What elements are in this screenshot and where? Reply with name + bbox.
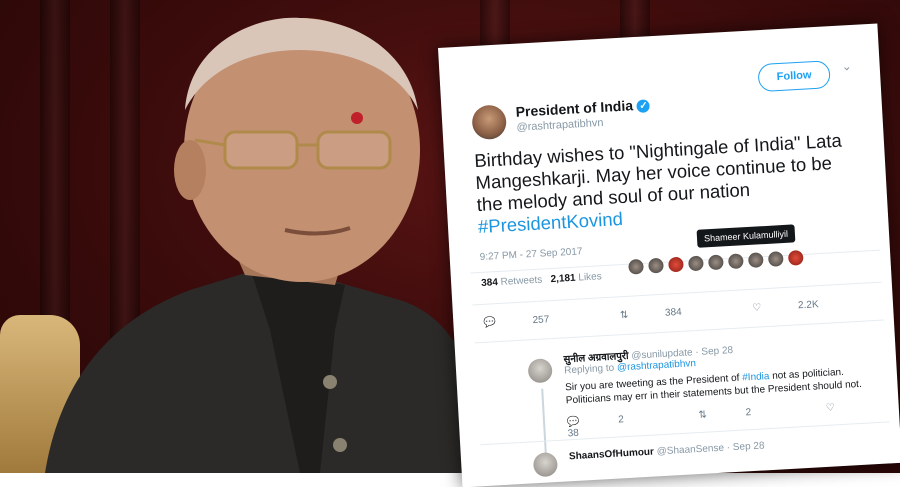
liker-avatar[interactable] — [787, 249, 804, 266]
tweet-timestamp[interactable]: 9:27 PM - 27 Sep 2017 — [479, 246, 582, 263]
reply-count: 257 — [532, 314, 550, 327]
glasses-left-lens — [223, 130, 299, 170]
like-action[interactable]: ♡ 2.2K — [752, 297, 853, 314]
likes-label: Likes — [578, 271, 603, 284]
tweet-card: President of India ✓ @rashtrapatibhvn Fol… — [438, 23, 900, 487]
verified-icon: ✓ — [636, 99, 651, 113]
reply-count: 2 — [617, 414, 625, 426]
reply-icon: 💬 — [483, 317, 497, 329]
liker-avatars — [628, 249, 809, 280]
reply-hashtag-link[interactable]: #India — [742, 371, 770, 384]
like-count: 38 — [567, 427, 580, 440]
display-name-text: President of India — [515, 97, 634, 120]
retweet-count: 2 — [745, 407, 752, 419]
tweet-text: Birthday wishes to "Nightingale of India… — [474, 128, 868, 238]
display-name[interactable]: President of India ✓ — [515, 96, 651, 120]
reply-avatar[interactable] — [527, 358, 553, 384]
retweet-count: 384 — [664, 306, 683, 319]
coat-button — [323, 375, 337, 389]
liker-avatar[interactable] — [767, 251, 784, 267]
like-icon: ♡ — [825, 402, 836, 414]
reply-author-name[interactable]: ShaansOfHumour — [569, 447, 654, 463]
liker-avatar[interactable] — [707, 254, 724, 271]
like-count: 2.2K — [797, 299, 819, 312]
user-tooltip: Shameer Kulamulliyil — [696, 224, 796, 248]
reply-avatar[interactable] — [532, 452, 559, 478]
tweet-stats: 384 Retweets 2,181 Likes — [481, 271, 602, 289]
reply-author-handle[interactable]: @ShaanSense · Sep 28 — [656, 440, 764, 457]
like-icon: ♡ — [752, 302, 762, 314]
reply-actions: 💬 2 ⇅ 2 ♡ 38 — [567, 399, 900, 439]
retweets-count[interactable]: 384 — [481, 277, 498, 289]
tilak-mark — [351, 112, 363, 124]
retweets-label: Retweets — [500, 274, 543, 288]
reply-action[interactable]: 💬 257 — [483, 312, 583, 329]
coat-button — [333, 438, 347, 452]
glasses-right-lens — [316, 130, 392, 170]
reply-icon: 💬 — [566, 416, 580, 429]
liker-avatar[interactable] — [648, 257, 664, 274]
replying-prefix: Replying to — [563, 362, 615, 377]
likes-count[interactable]: 2,181 — [550, 273, 576, 285]
liker-avatar[interactable] — [727, 253, 744, 270]
liker-avatar[interactable] — [668, 256, 684, 273]
liker-avatar[interactable] — [628, 258, 644, 275]
ear — [174, 140, 206, 200]
retweet-action[interactable]: ⇅ 2 — [698, 405, 787, 421]
retweet-icon: ⇅ — [619, 309, 629, 322]
retweet-action[interactable]: ⇅ 384 — [620, 305, 716, 321]
user-handle[interactable]: @rashtrapatibhvn — [516, 117, 604, 134]
liker-avatar[interactable] — [747, 252, 764, 268]
reply-header: ShaansOfHumour @ShaanSense · Sep 28 — [569, 440, 765, 462]
liker-avatar[interactable] — [688, 255, 704, 272]
profile-avatar[interactable] — [471, 104, 508, 141]
chevron-down-icon[interactable]: ⌄ — [841, 59, 852, 74]
retweet-icon: ⇅ — [698, 409, 708, 422]
follow-button[interactable]: Follow — [757, 60, 831, 93]
